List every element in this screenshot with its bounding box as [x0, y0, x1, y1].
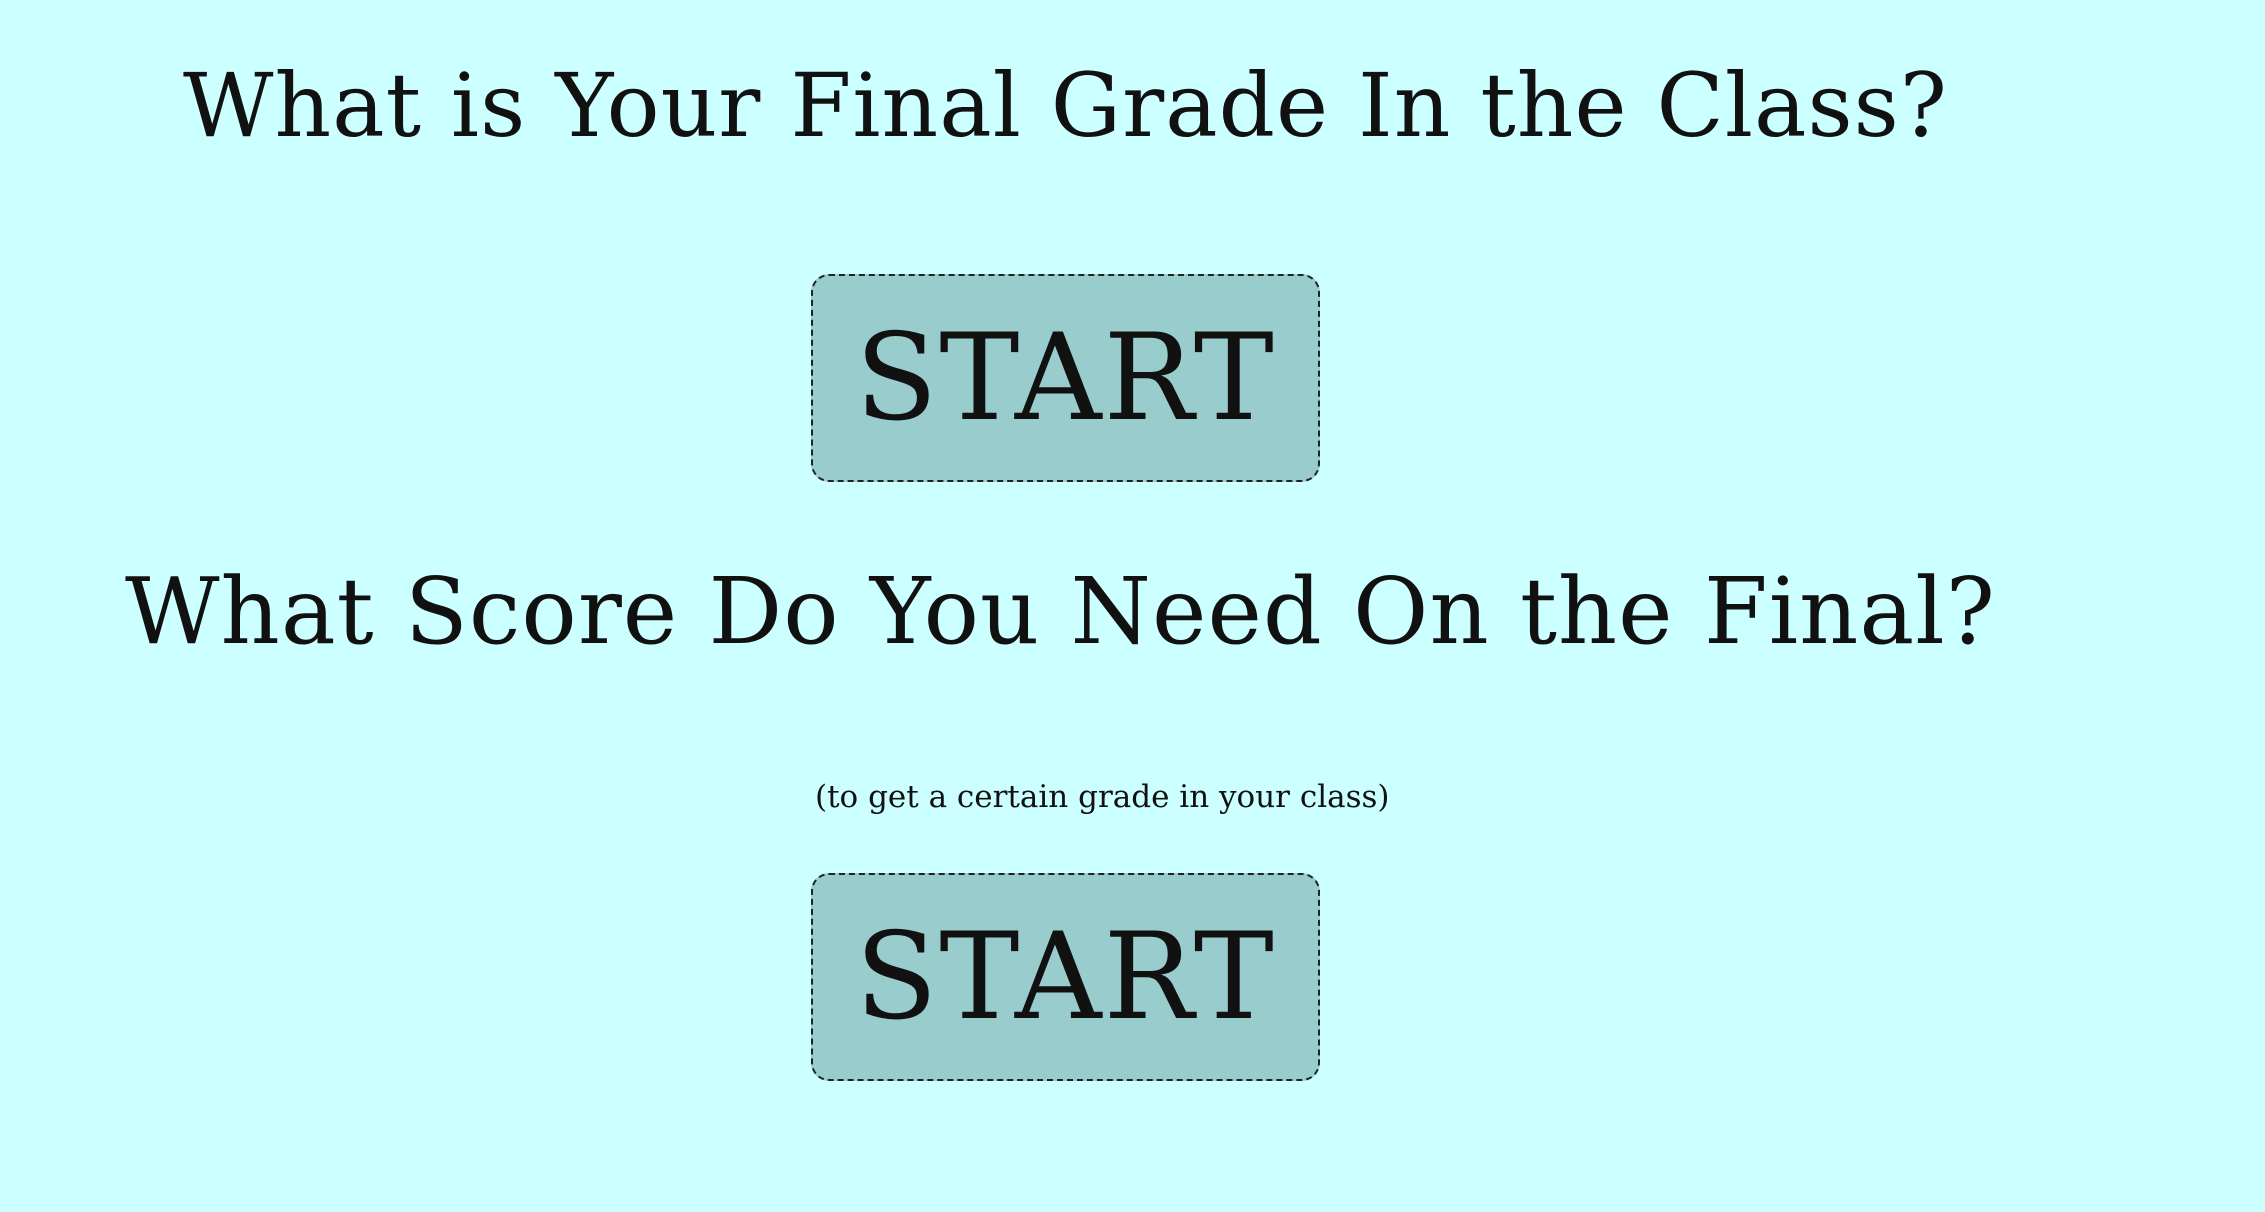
final-score-heading: What Score Do You Need On the Final?	[125, 558, 1996, 665]
start-final-grade-button[interactable]: START	[811, 274, 1320, 482]
start-final-score-button[interactable]: START	[811, 873, 1320, 1081]
final-grade-heading: What is Your Final Grade In the Class?	[183, 54, 1948, 157]
final-score-subtitle: (to get a certain grade in your class)	[815, 779, 1390, 815]
